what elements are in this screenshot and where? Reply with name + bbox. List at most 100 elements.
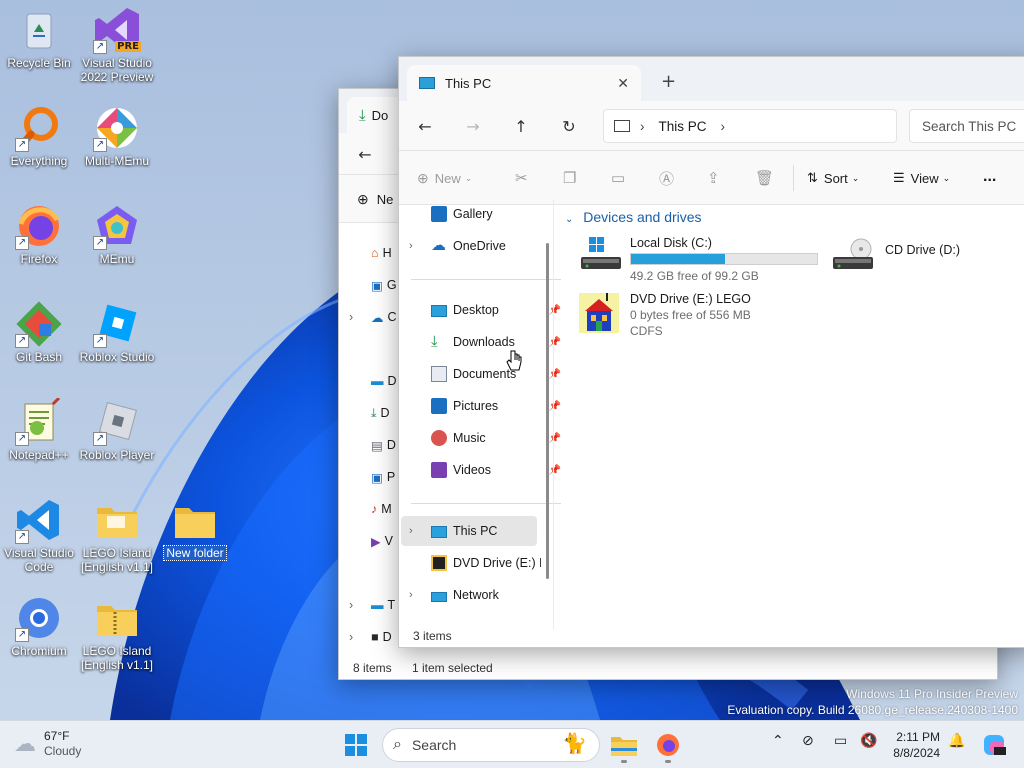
- back-button[interactable]: ←: [349, 138, 381, 170]
- chevron-right-icon: ›: [640, 118, 645, 134]
- shortcut-arrow-icon: ↗: [93, 334, 107, 348]
- new-button[interactable]: ⊕ New ⌄: [417, 162, 472, 194]
- taskbar-firefox[interactable]: [648, 725, 688, 765]
- refresh-button[interactable]: ↻: [553, 110, 585, 142]
- up-button[interactable]: ↑: [505, 110, 537, 142]
- shortcut-arrow-icon: ↗: [93, 138, 107, 152]
- taskbar-search[interactable]: ⌕ Search 🐈: [382, 728, 600, 762]
- pin-icon[interactable]: 📌: [549, 305, 561, 316]
- close-tab-icon[interactable]: ✕: [617, 75, 629, 92]
- breadcrumb[interactable]: This PC: [659, 119, 707, 134]
- desktop-icon-recycle-bin[interactable]: Recycle Bin: [0, 6, 78, 70]
- drive-dvd-e[interactable]: DVD Drive (E:) LEGO 0 bytes free of 556 …: [575, 289, 795, 341]
- desktop-icon-visual-studio[interactable]: PRE ↗ Visual Studio 2022 Preview: [78, 6, 156, 84]
- share-button[interactable]: ⇪: [707, 162, 720, 194]
- new-button[interactable]: ⊕ Ne: [357, 183, 393, 215]
- desktop-icon-new-folder[interactable]: New folder: [156, 496, 234, 561]
- downloads-icon: ⤓: [371, 405, 377, 420]
- drive-cd-d[interactable]: CD Drive (D:): [831, 233, 971, 281]
- lego-disc-icon: ■: [371, 630, 379, 644]
- pin-icon[interactable]: 📌: [549, 401, 561, 412]
- back-button[interactable]: ←: [409, 110, 441, 142]
- taskbar-file-explorer[interactable]: [604, 725, 644, 765]
- computer-icon: [419, 77, 435, 89]
- sidebar-item-gallery[interactable]: Gallery: [431, 200, 567, 228]
- chevron-right-icon: ›: [409, 240, 413, 252]
- sidebar-item-dvd-drive[interactable]: › DVD Drive (E:) LE: [431, 549, 541, 577]
- desktop-icon-lego-island-folder[interactable]: LEGO Island [English v1.1]: [78, 496, 156, 574]
- onedrive-icon: ☁: [431, 237, 446, 254]
- chevron-down-icon: ⌄: [464, 172, 473, 183]
- desktop-icon-notepad-plus-plus[interactable]: ↗ Notepad++: [0, 396, 78, 462]
- desktop-icon-roblox-studio[interactable]: ↗ Roblox Studio: [78, 300, 156, 364]
- speaker-muted-icon: 🔇: [860, 733, 878, 749]
- desktop-icon-vscode[interactable]: ↗ Visual Studio Code: [0, 496, 78, 574]
- rename-button[interactable]: Ⓐ: [659, 162, 674, 194]
- pin-icon[interactable]: 📌: [549, 465, 561, 476]
- preview-badge: PRE: [115, 41, 141, 52]
- copilot-button[interactable]: [974, 725, 1014, 765]
- show-hidden-icons-button[interactable]: ⌃: [772, 733, 784, 749]
- pin-icon[interactable]: 📌: [549, 337, 561, 348]
- search-input[interactable]: Search This PC: [909, 109, 1024, 143]
- plus-circle-icon: ⊕: [417, 169, 429, 186]
- desktop-icon-everything[interactable]: ↗ Everything: [0, 104, 78, 168]
- more-options-button[interactable]: ...: [983, 161, 996, 193]
- sidebar-item-network[interactable]: › Network: [409, 581, 567, 609]
- plus-circle-icon: ⊕: [357, 190, 369, 207]
- computer-icon: [614, 120, 630, 132]
- desktop-icon-chromium[interactable]: ↗ Chromium: [0, 594, 78, 658]
- computer-icon: ▬: [371, 598, 384, 612]
- view-list-icon: ☰: [893, 170, 905, 185]
- view-button[interactable]: ☰ View ⌄: [893, 162, 950, 194]
- notifications-button[interactable]: 🔔: [948, 733, 965, 749]
- monitor-icon: ▭: [834, 733, 848, 749]
- arrow-up-icon: ↑: [514, 116, 528, 136]
- sidebar-scrollbar[interactable]: [546, 243, 549, 579]
- desktop-icon-lego-island-zip[interactable]: LEGO Island [English v1.1]: [78, 594, 156, 672]
- display-status-button[interactable]: ▭: [834, 733, 847, 749]
- chevron-right-icon: ›: [409, 589, 413, 601]
- cut-button[interactable]: ✂: [515, 162, 528, 194]
- drive-local-disk-c[interactable]: Local Disk (C:) 49.2 GB free of 99.2 GB: [575, 233, 819, 283]
- refresh-icon: ↻: [562, 116, 576, 136]
- onedrive-icon: ☁: [371, 310, 384, 325]
- evaluation-watermark: Windows 11 Pro Insider Preview Evaluatio…: [727, 687, 1018, 717]
- scissors-icon: ✂: [515, 170, 528, 187]
- status-item-count: 8 items: [353, 661, 392, 675]
- search-highlight-cat-icon: 🐈: [562, 733, 587, 755]
- capacity-bar-fill: [631, 254, 725, 264]
- clock[interactable]: 2:11 PM 8/8/2024: [888, 729, 940, 761]
- address-bar[interactable]: › This PC ›: [603, 109, 897, 143]
- desktop-icon-git-bash[interactable]: ↗ Git Bash: [0, 300, 78, 364]
- desktop-icon-memu[interactable]: ↗ MEmu: [78, 202, 156, 266]
- taskbar: ☁ 67°F Cloudy ⌕ Search 🐈 ⌃ ⊘ ▭ 🔇 2:11 PM…: [0, 720, 1024, 768]
- forward-button[interactable]: →: [457, 110, 489, 142]
- lego-island-drive-icon: [577, 291, 621, 335]
- new-tab-button[interactable]: +: [661, 71, 676, 92]
- delete-button[interactable]: 🗑: [755, 162, 774, 194]
- lego-disc-icon: [431, 555, 447, 571]
- running-indicator: [621, 760, 627, 763]
- home-icon: ⌂: [371, 246, 379, 260]
- copy-button[interactable]: ❐: [563, 162, 576, 194]
- rename-field[interactable]: New folder: [163, 545, 227, 561]
- pictures-icon: [431, 398, 447, 414]
- paste-button[interactable]: ▭: [611, 162, 625, 194]
- section-header[interactable]: ⌄ Devices and drives: [565, 209, 702, 225]
- no-network-icon: ⊘: [802, 733, 814, 749]
- start-button[interactable]: [336, 725, 376, 765]
- desktop-icon-roblox-player[interactable]: ↗ Roblox Player: [78, 398, 156, 462]
- gallery-icon: [431, 206, 447, 222]
- sort-button[interactable]: ⇅ Sort ⌄: [807, 162, 859, 194]
- tab-this-pc[interactable]: This PC ✕: [407, 65, 641, 101]
- network-status-button[interactable]: ⊘: [802, 733, 814, 749]
- volume-button[interactable]: 🔇: [860, 733, 877, 749]
- desktop-icon-firefox[interactable]: ↗ Firefox: [0, 202, 78, 266]
- pin-icon[interactable]: 📌: [549, 369, 561, 380]
- shortcut-arrow-icon: ↗: [15, 530, 29, 544]
- running-indicator: [665, 760, 671, 763]
- pin-icon[interactable]: 📌: [549, 433, 561, 444]
- desktop-icon-multi-memu[interactable]: ↗ Multi-MEmu: [78, 104, 156, 168]
- weather-widget[interactable]: ☁ 67°F Cloudy: [14, 729, 81, 759]
